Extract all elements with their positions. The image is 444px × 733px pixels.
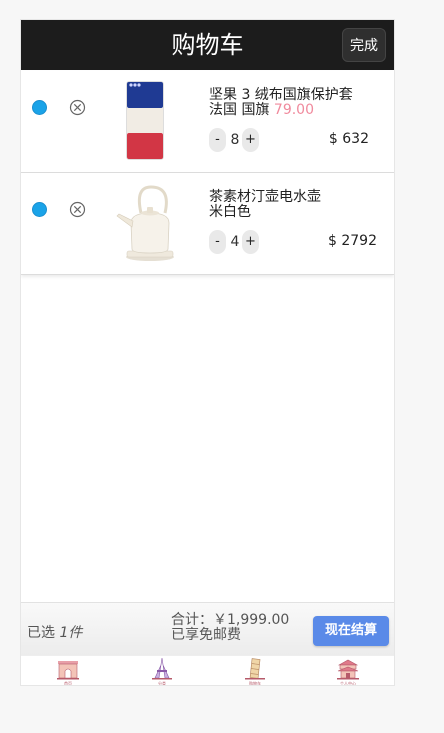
tab-label: 购物车 (249, 681, 261, 686)
cart-item: 茶素材汀壶电水壶 米白色 - 4 + $ 2792 (21, 173, 394, 275)
product-name: 坚果 3 绒布国旗保护套 法国 国旗 79.00 (209, 88, 369, 118)
checkout-button[interactable]: 现在结算 (313, 616, 389, 646)
phone-screen: 购物车 完成 坚果 3 绒布国旗保护套 法国 国旗 79.00 - 8 + $ … (20, 19, 395, 686)
product-variant: 米白色 (209, 204, 251, 220)
tab-bar: 首页 分类 购物车 个人中心 (21, 655, 394, 686)
select-radio[interactable] (32, 202, 47, 217)
product-variant: 法国 国旗 (209, 102, 270, 118)
decrease-button[interactable]: - (209, 230, 226, 254)
leaning-tower-icon (245, 658, 265, 680)
product-title: 坚果 3 绒布国旗保护套 (209, 87, 353, 103)
selected-prefix: 已选 (27, 625, 55, 641)
decrease-button[interactable]: - (209, 128, 226, 152)
product-name: 茶素材汀壶电水壶 米白色 (209, 190, 369, 220)
shipping-note: 已享免邮费 (171, 627, 241, 643)
eiffel-tower-icon (152, 657, 172, 680)
tab-cart[interactable]: 购物车 (225, 656, 285, 686)
selected-number: 1件 (59, 625, 83, 641)
quantity-value: 4 (230, 234, 240, 250)
done-button[interactable]: 完成 (342, 28, 386, 62)
increase-button[interactable]: + (242, 128, 259, 152)
tab-label: 首页 (64, 681, 72, 686)
remove-icon[interactable] (69, 201, 86, 218)
temple-icon (337, 659, 359, 680)
tab-profile[interactable]: 个人中心 (318, 656, 378, 686)
tab-label: 个人中心 (340, 681, 356, 686)
order-summary: 合计：￥1,999.00 已享免邮费 (171, 613, 289, 643)
product-title: 茶素材汀壶电水壶 (209, 189, 321, 205)
item-total: $ 632 (328, 131, 369, 147)
kettle-image (116, 185, 174, 261)
unit-price: 79.00 (273, 102, 314, 118)
phone-case-image (126, 81, 164, 160)
selected-count: 已选 1件 (27, 622, 82, 642)
tab-label: 分类 (158, 681, 166, 686)
cart-item: 坚果 3 绒布国旗保护套 法国 国旗 79.00 - 8 + $ 632 (21, 71, 394, 173)
item-total: $ 2792 (328, 233, 377, 249)
quantity-value: 8 (230, 132, 240, 148)
page-title: 购物车 (171, 31, 244, 59)
total-amount: 合计：￥1,999.00 (171, 612, 290, 628)
increase-button[interactable]: + (242, 230, 259, 254)
checkout-bar: 已选 1件 合计：￥1,999.00 已享免邮费 现在结算 (21, 602, 394, 656)
tab-category[interactable]: 分类 (132, 656, 192, 686)
tab-home[interactable]: 首页 (38, 656, 98, 686)
select-radio[interactable] (32, 100, 47, 115)
remove-icon[interactable] (69, 99, 86, 116)
header-bar: 购物车 完成 (21, 20, 394, 70)
arc-de-triomphe-icon (57, 661, 79, 680)
